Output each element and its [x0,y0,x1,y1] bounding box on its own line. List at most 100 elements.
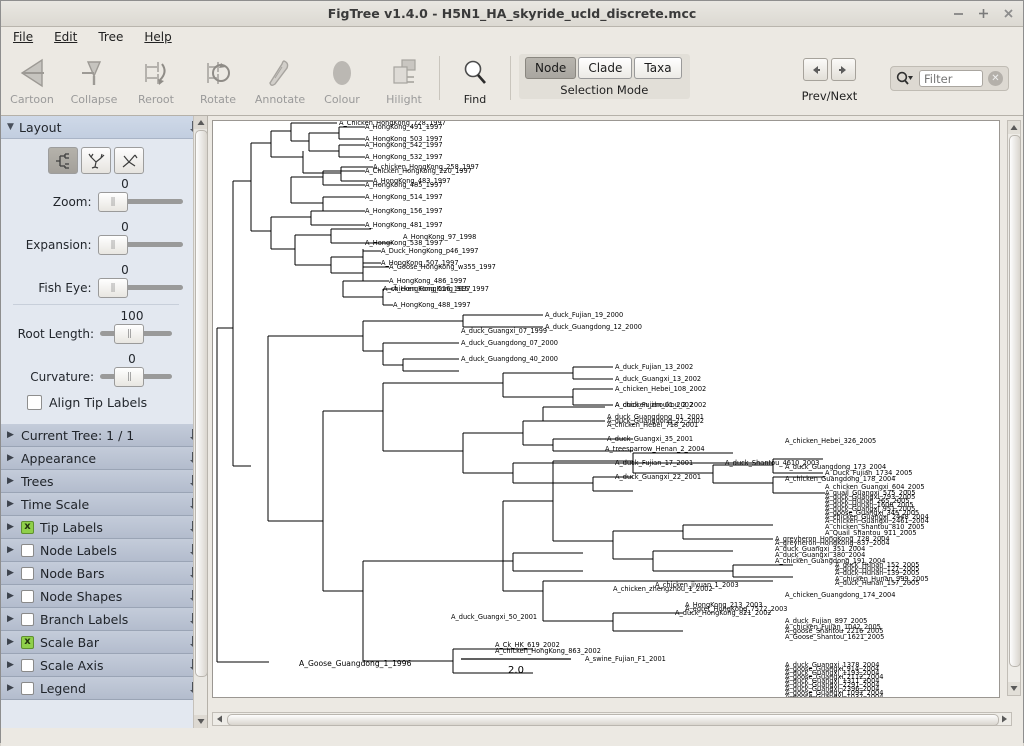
rotate-button[interactable]: Rotate [187,50,249,106]
reroot-button[interactable]: Reroot [125,50,187,106]
menu-tree[interactable]: Tree [96,29,125,45]
tip-label[interactable]: A_HongKong_486_1997 [389,277,467,285]
hilight-button[interactable]: Hilight [373,50,435,106]
scroll-left-icon[interactable] [213,713,226,725]
menu-help[interactable]: Help [142,29,173,45]
tree-vscroll-thumb[interactable] [1009,135,1021,667]
scroll-down-icon[interactable] [194,715,207,728]
tip-label[interactable]: A_chicken_Hebei_326_2005 [785,437,876,445]
tip-label[interactable]: A_Duck_HongKong_p46_1997 [381,247,479,255]
node-labels-checkbox[interactable] [21,543,34,557]
sidebar-item-branch-labels[interactable]: ▶ Branch Labels [1,608,207,631]
sidebar-item-node-bars[interactable]: ▶ Node Bars [1,562,207,585]
tip-labels-checkbox[interactable] [21,520,34,534]
fisheye-slider-knob[interactable] [97,278,128,298]
menu-edit[interactable]: Edit [52,29,79,45]
scroll-right-icon[interactable] [998,713,1011,725]
tip-label[interactable]: A_duck_Fujian_17_2001 [615,459,693,467]
sidebar-item-current-tree[interactable]: ▶ Current Tree: 1 / 1 [1,424,207,447]
tip-label[interactable]: A_HongKong_516_1997 [393,285,471,293]
align-tip-labels-row[interactable]: Align Tip Labels [9,395,183,410]
selection-mode-clade[interactable]: Clade [578,57,633,79]
tip-label[interactable]: A_HongKong_485_1997 [365,181,443,189]
sidebar-item-trees[interactable]: ▶ Trees [1,470,207,493]
tip-label[interactable]: A_duck_Guangdong_12_2000 [545,323,642,331]
next-button[interactable] [830,58,856,81]
legend-checkbox[interactable] [21,681,34,695]
prev-button[interactable] [802,58,828,81]
sidebar-scroll-thumb[interactable] [195,130,208,677]
tree-vertical-scrollbar[interactable] [1007,120,1021,696]
tip-label[interactable]: A_duck_HongKong_821_2002 [675,609,772,617]
tip-label[interactable]: A_swine_Fujian_F1_2001 [585,655,666,663]
tree-horizontal-scrollbar[interactable] [212,712,1012,726]
tip-label[interactable]: A_chicken_HongKong_863_2002 [495,647,601,655]
sidebar-item-node-shapes[interactable]: ▶ Node Shapes [1,585,207,608]
sidebar-item-node-labels[interactable]: ▶ Node Labels [1,539,207,562]
tip-label[interactable]: A_HongKong_156_1997 [365,207,443,215]
colour-button[interactable]: Colour [311,50,373,106]
branch-labels-checkbox[interactable] [21,612,34,626]
tip-label[interactable]: A_chicken_Hebei_718_2001 [607,421,698,429]
tip-label[interactable]: A_HongKong_481_1997 [365,221,443,229]
tip-label[interactable]: A_duck_Guangxi_13_2002 [615,375,701,383]
cartoon-button[interactable]: Cartoon [1,50,63,106]
panel-header-layout[interactable]: ▼ Layout [1,116,207,139]
tip-label[interactable]: A_chicken_zhengzhou_1_2002 [613,585,713,593]
tip-label[interactable]: A_Chicken_HongKong_220_1997 [365,167,472,175]
scroll-up-icon[interactable] [194,116,207,129]
tip-label[interactable]: A_HongKong_542_1997 [365,141,443,149]
tip-label[interactable]: A_duck_Guangxi_35_2001 [607,435,693,443]
node-shapes-checkbox[interactable] [21,589,34,603]
search-dropdown-icon[interactable] [896,71,914,86]
sidebar-item-tip-labels[interactable]: ▶ Tip Labels [1,516,207,539]
tip-label[interactable]: A_duck_Fujian_13_2002 [615,363,693,371]
scroll-up-icon[interactable] [1008,121,1020,134]
tip-label[interactable]: A_chicken_Hebei_108_2002 [615,385,706,393]
rectangular-layout-button[interactable] [48,147,78,174]
tip-label[interactable]: A_HongKong_488_1997 [393,301,471,309]
tip-label[interactable]: A_duck_Guangxi_22_2001 [615,473,701,481]
menu-file[interactable]: File [11,29,35,45]
minimize-icon[interactable] [952,7,965,20]
rootlength-slider[interactable] [100,324,172,344]
expansion-slider-knob[interactable] [97,235,128,255]
tip-label[interactable]: A_HongKong_532_1997 [365,153,443,161]
rootlength-slider-knob[interactable] [114,324,144,344]
fisheye-slider[interactable] [97,278,183,298]
tip-label[interactable]: A_Goose_HongKong_w355_1997 [389,263,496,271]
tip-label[interactable]: A_HongKong_514_1997 [365,193,443,201]
sidebar-item-legend[interactable]: ▶ Legend [1,677,207,700]
sidebar-scrollbar[interactable] [193,116,208,728]
scale-axis-checkbox[interactable] [21,658,34,672]
clear-icon[interactable]: ✕ [988,71,1003,86]
zoom-slider-knob[interactable] [97,192,128,212]
tip-label[interactable]: A_HongKong_491_1997 [365,123,443,131]
radial-layout-button[interactable] [114,147,144,174]
annotate-button[interactable]: Annotate [249,50,311,106]
tip-label[interactable]: A_duck_Guangdong_01_2001 [607,413,704,421]
filter-input[interactable] [919,70,983,87]
align-tip-labels-checkbox[interactable] [27,395,42,410]
polar-layout-button[interactable] [81,147,111,174]
tip-label[interactable]: A_duck_Fujian_19_2000 [545,311,623,319]
collapse-button[interactable]: Collapse [63,50,125,106]
tip-label[interactable]: A_HongKong_538_1997 [365,239,443,247]
tip-label[interactable]: A_duck_Fujian_01_2002 [615,401,693,409]
node-bars-checkbox[interactable] [21,566,34,580]
selection-mode-node[interactable]: Node [525,57,577,79]
close-icon[interactable] [1002,7,1015,20]
tip-label[interactable]: A_chicken_Guangdong_178_2004 [785,475,895,483]
tip-label[interactable]: A_duck_Guangxi_50_2001 [451,613,537,621]
sidebar-item-scale-bar[interactable]: ▶ Scale Bar [1,631,207,654]
scale-bar-checkbox[interactable] [21,635,34,649]
zoom-slider[interactable] [97,192,183,212]
selection-mode-taxa[interactable]: Taxa [634,57,682,79]
tip-label[interactable]: A_Goose_Shantou_1621_2005 [785,633,884,641]
curvature-slider[interactable] [100,367,172,387]
maximize-icon[interactable] [977,7,990,20]
tip-label[interactable]: A_duck_Guangxi_07_1999 [461,327,547,335]
tip-label[interactable]: A_duck_Guangdong_40_2000 [461,355,558,363]
sidebar-item-time-scale[interactable]: ▶ Time Scale [1,493,207,516]
tip-label[interactable]: A_chicken_Guangdong_174_2004 [785,591,895,599]
